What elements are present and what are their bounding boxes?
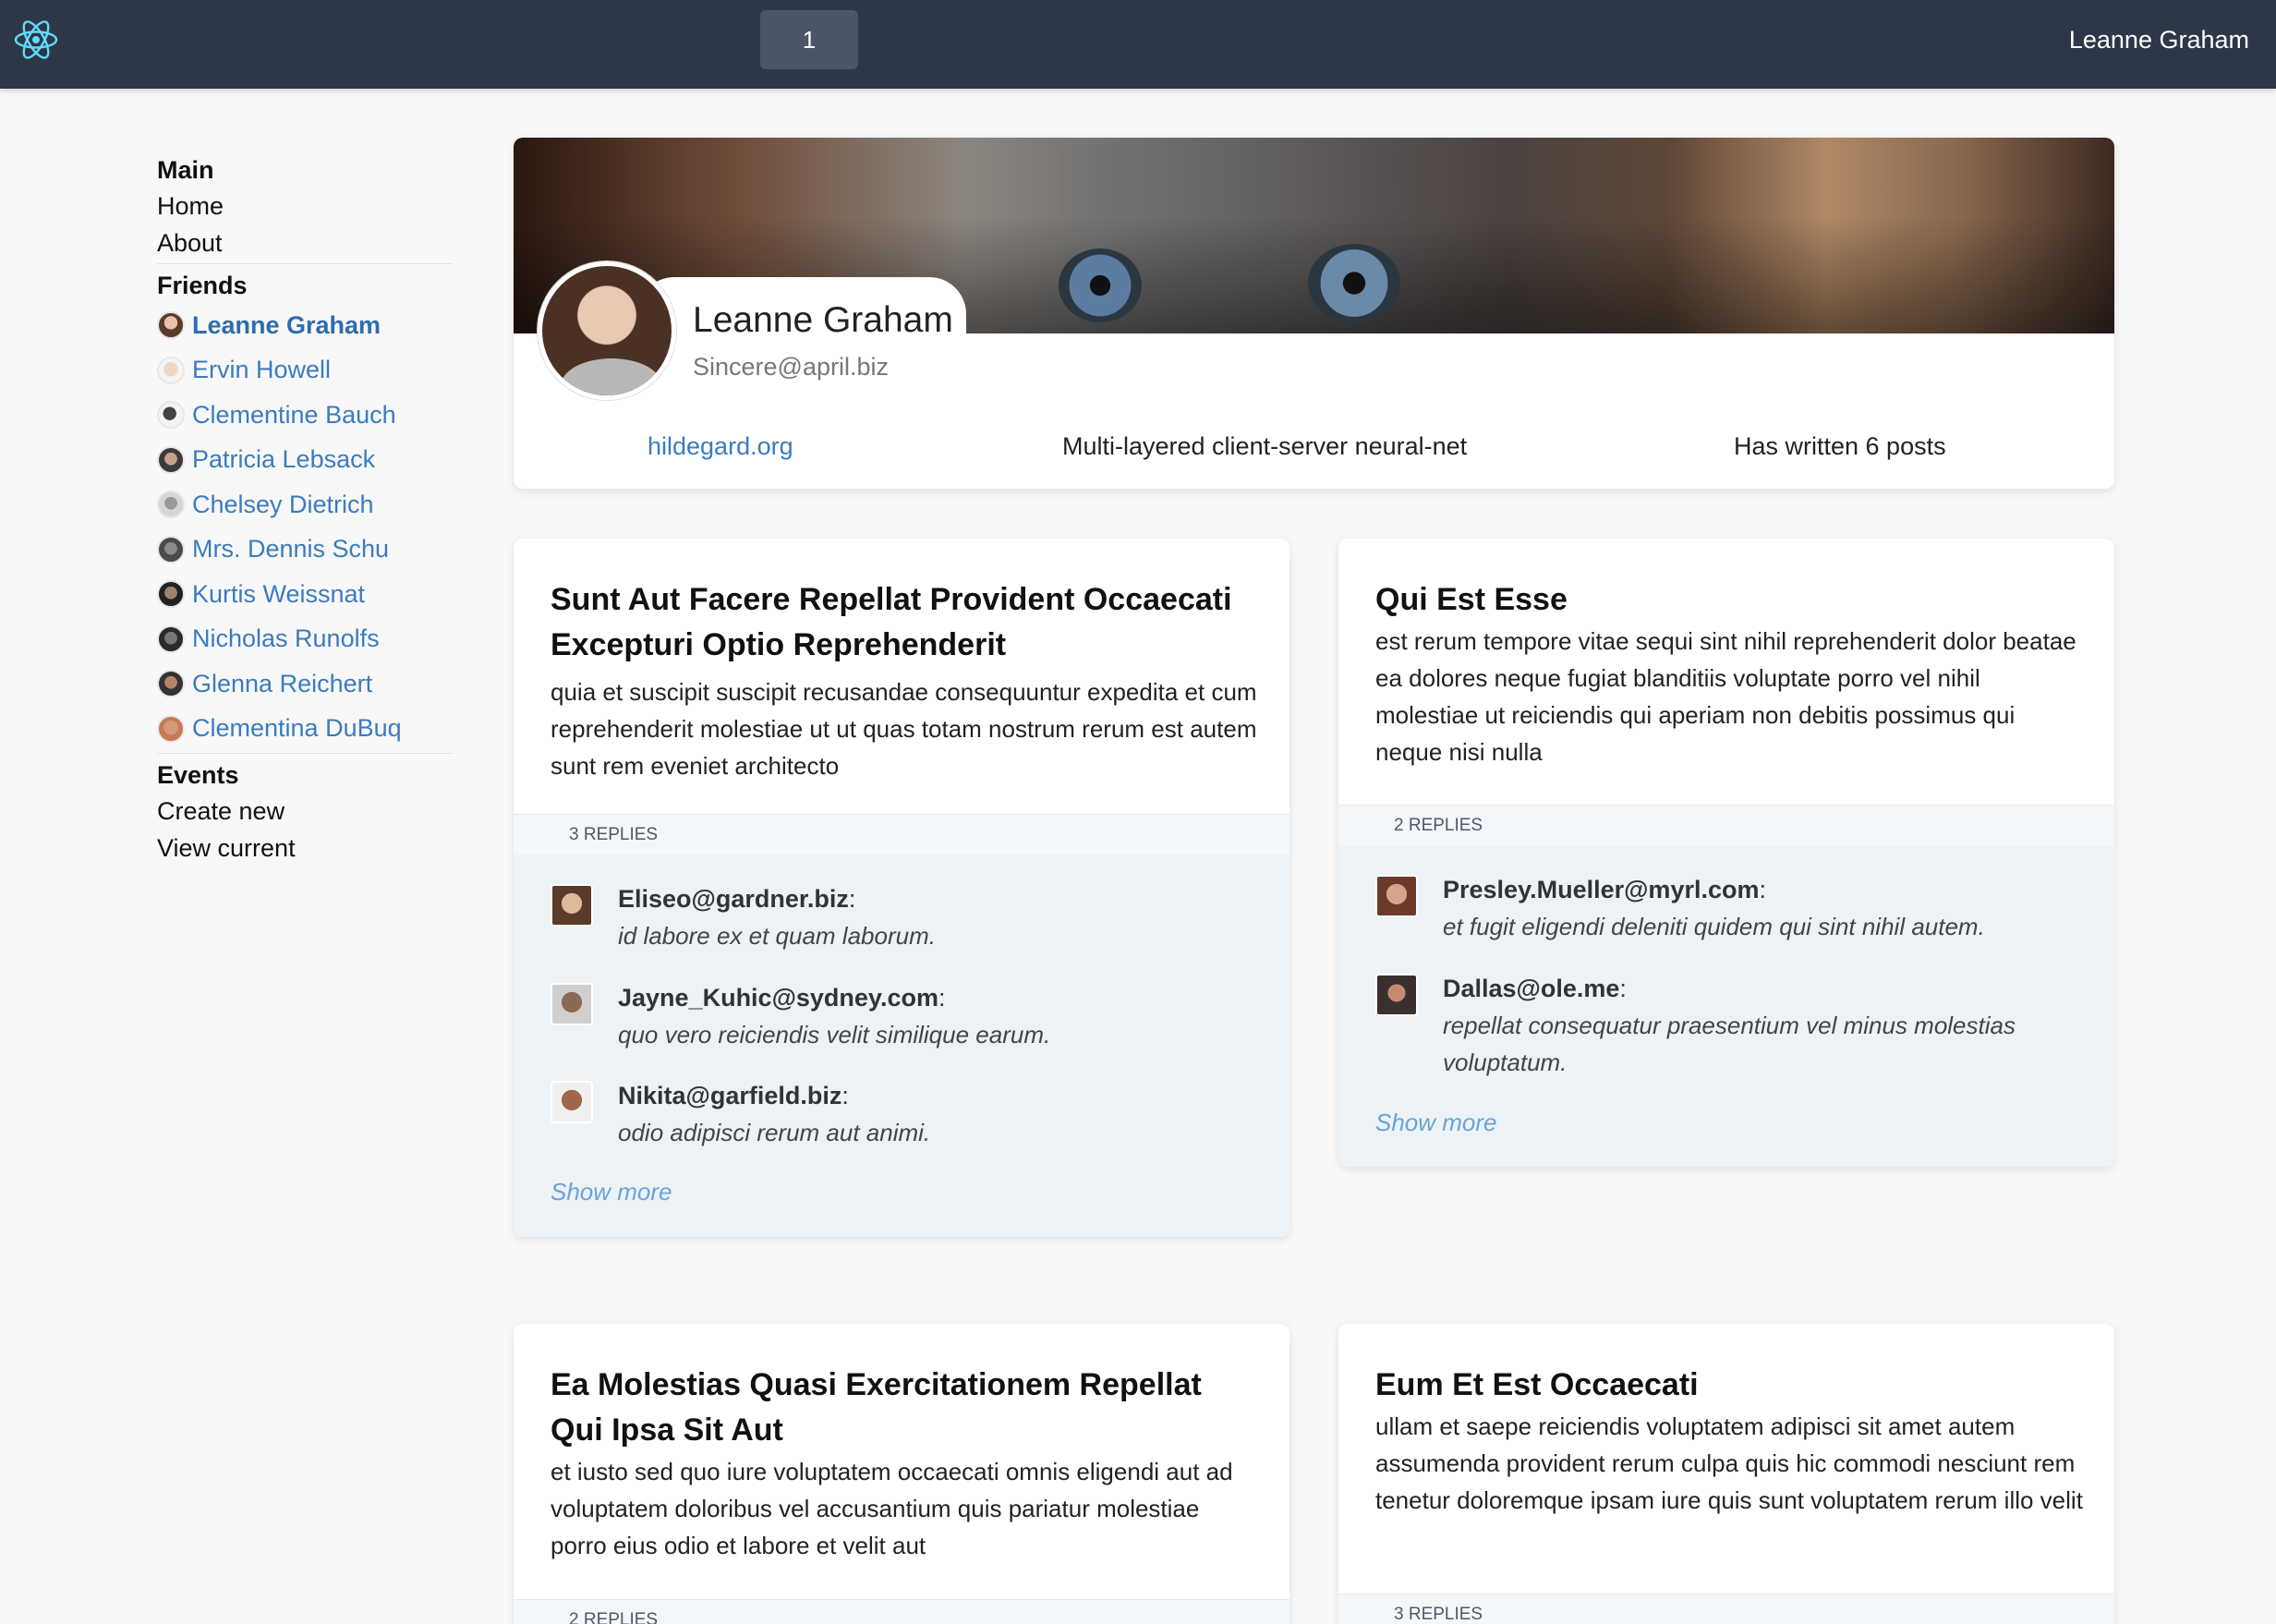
post-card: Qui Est Esse est rerum tempore vitae seq… [1338, 539, 2114, 1167]
sidebar-heading-main: Main [157, 156, 214, 184]
reply-message: odio adipisci rerum aut animi. [618, 1119, 931, 1146]
friend-item[interactable]: Leanne Graham [157, 303, 453, 348]
post-card: Sunt Aut Facere Repellat Provident Occae… [514, 539, 1289, 1237]
avatar [157, 401, 185, 430]
sidebar: Main Home About Friends Leanne Graham Er… [157, 152, 453, 867]
sidebar-divider [157, 753, 453, 754]
reply-message: et fugit eligendi deleniti quidem qui si… [1443, 913, 1985, 940]
friend-item[interactable]: Nicholas Runolfs [157, 617, 453, 662]
profile-name: Leanne Graham [693, 300, 953, 340]
avatar [551, 884, 593, 927]
reply-message: quo vero reiciendis velit similique earu… [618, 1021, 1051, 1048]
avatar [157, 714, 185, 743]
post-title[interactable]: Sunt Aut Facere Repellat Provident Occae… [551, 577, 1262, 668]
replies-count: 3 REPLIES [514, 814, 1289, 854]
friend-name: Chelsey Dietrich [192, 490, 374, 518]
replies-list: Eliseo@gardner.biz: id labore ex et quam… [514, 854, 1289, 1237]
friend-item[interactable]: Patricia Lebsack [157, 438, 453, 483]
top-navbar: 1 Leanne Graham [0, 0, 2276, 89]
sidebar-divider [157, 263, 453, 264]
reply-author[interactable]: Dallas@ole.me [1443, 975, 1619, 1002]
avatar [551, 1081, 593, 1123]
post-body: est rerum tempore vitae sequi sint nihil… [1375, 627, 2076, 766]
avatar [1375, 875, 1418, 917]
sidebar-heading-events: Events [157, 761, 239, 789]
avatar [1375, 974, 1418, 1016]
friend-item[interactable]: Ervin Howell [157, 348, 453, 394]
reply-author[interactable]: Jayne_Kuhic@sydney.com [618, 984, 938, 1012]
avatar [157, 356, 185, 384]
replies-count: 2 REPLIES [514, 1599, 1289, 1624]
friend-name: Patricia Lebsack [192, 445, 376, 474]
post-body: quia et suscipit suscipit recusandae con… [551, 678, 1257, 780]
show-more-link[interactable]: Show more [1375, 1109, 1497, 1137]
cover-eye-left [1059, 248, 1142, 322]
avatar [157, 535, 185, 564]
friend-item[interactable]: Clementina DuBuq [157, 707, 453, 752]
friend-name: Kurtis Weissnat [192, 579, 366, 608]
profile-email: Sincere@april.biz [693, 353, 889, 381]
reply-message: id labore ex et quam laborum. [618, 922, 936, 950]
friend-name: Glenna Reichert [192, 669, 373, 697]
reply-author[interactable]: Nikita@garfield.biz [618, 1082, 841, 1109]
avatar [157, 445, 185, 474]
profile-catchphrase: Multi-layered client-server neural-net [1062, 432, 1468, 460]
react-logo-icon[interactable] [13, 17, 59, 63]
show-more-link[interactable]: Show more [551, 1178, 672, 1206]
avatar [157, 624, 185, 653]
profile-website-link[interactable]: hildegard.org [648, 432, 793, 461]
friend-item[interactable]: Glenna Reichert [157, 661, 453, 707]
friend-name: Clementina DuBuq [192, 714, 402, 743]
profile-posts-count: Has written 6 posts [1734, 432, 1946, 460]
friend-name: Ervin Howell [192, 356, 332, 384]
reply-author[interactable]: Eliseo@gardner.biz [618, 885, 849, 913]
reply-author[interactable]: Presley.Mueller@myrl.com [1443, 876, 1759, 903]
cover-eye-right [1308, 244, 1400, 322]
reply-message: repellat consequatur praesentium vel min… [1443, 1012, 2016, 1076]
friend-item[interactable]: Mrs. Dennis Schu [157, 527, 453, 573]
friend-name: Mrs. Dennis Schu [192, 535, 390, 564]
sidebar-item-about[interactable]: About [157, 224, 453, 261]
replies-count: 3 REPLIES [1338, 1594, 2114, 1624]
sidebar-heading-friends: Friends [157, 272, 248, 299]
avatar [157, 491, 185, 519]
sidebar-item-create-new[interactable]: Create new [157, 793, 453, 830]
post-card: Eum Et Est Occaecati ullam et saepe reic… [1338, 1324, 2114, 1624]
friend-item[interactable]: Chelsey Dietrich [157, 482, 453, 527]
avatar [157, 311, 185, 340]
sidebar-item-home[interactable]: Home [157, 188, 453, 224]
avatar [551, 983, 593, 1025]
current-user-name[interactable]: Leanne Graham [2069, 26, 2249, 55]
avatar [157, 580, 185, 609]
post-body: ullam et saepe reiciendis voluptatem adi… [1375, 1412, 2083, 1514]
post-card: Ea Molestias Quasi Exercitationem Repell… [514, 1324, 1289, 1624]
page-number-button[interactable]: 1 [760, 10, 858, 69]
post-title[interactable]: Ea Molestias Quasi Exercitationem Repell… [551, 1363, 1262, 1453]
post-title[interactable]: Eum Et Est Occaecati [1375, 1363, 2087, 1408]
friend-name: Leanne Graham [192, 310, 381, 339]
replies-list: Presley.Mueller@myrl.com: et fugit elige… [1338, 845, 2114, 1167]
profile-avatar [538, 261, 676, 400]
avatar [157, 670, 185, 698]
post-body: et iusto sed quo iure voluptatem occaeca… [551, 1458, 1233, 1559]
friend-item[interactable]: Kurtis Weissnat [157, 572, 453, 617]
friend-item[interactable]: Clementine Bauch [157, 393, 453, 438]
sidebar-item-view-current[interactable]: View current [157, 830, 453, 867]
post-title[interactable]: Qui Est Esse [1375, 577, 2087, 623]
friend-name: Nicholas Runolfs [192, 624, 380, 653]
friend-name: Clementine Bauch [192, 400, 396, 429]
replies-count: 2 REPLIES [1338, 805, 2114, 845]
